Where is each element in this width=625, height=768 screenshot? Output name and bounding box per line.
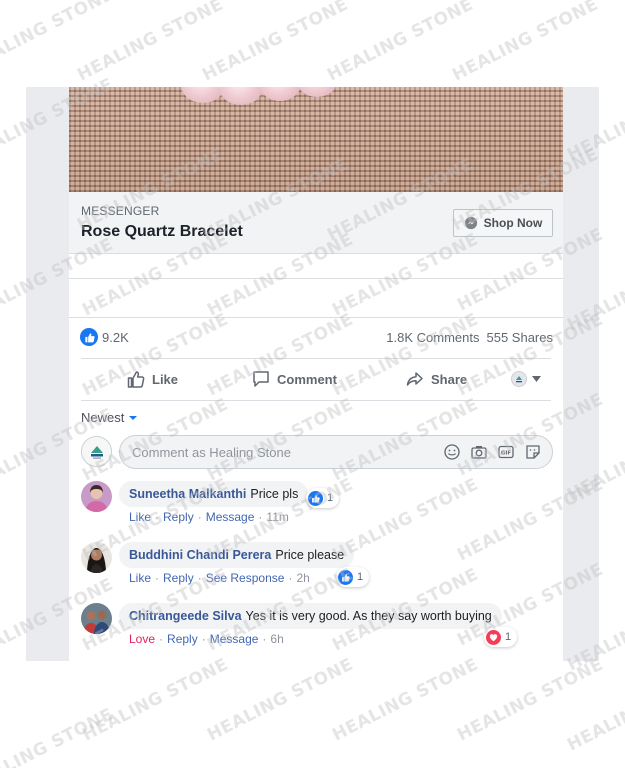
reaction-count: 1 (357, 571, 364, 583)
like-reaction-icon (308, 490, 323, 506)
comment-love-link[interactable]: Love (129, 632, 155, 646)
share-button[interactable]: Share (405, 369, 467, 389)
chevron-down-icon (129, 415, 138, 420)
comment-reaction-count[interactable]: 1 (336, 567, 370, 587)
link-title[interactable]: Rose Quartz Bracelet (81, 223, 243, 241)
comment-meta: Love · Reply · Message · 6h (129, 632, 284, 646)
comment-button[interactable]: Comment (251, 369, 337, 389)
composer-tools: GIF (443, 443, 542, 461)
see-response-link[interactable]: See Response (206, 571, 285, 585)
watermark-text: HEALING STONE (449, 0, 602, 86)
comment-reaction-count[interactable]: 1 (484, 627, 518, 647)
commenter-name[interactable]: Chitrangeede Silva (129, 609, 242, 623)
comments-count[interactable]: 1.8K Comments (386, 330, 479, 345)
shop-now-button[interactable]: Shop Now (453, 209, 553, 237)
commenter-avatar[interactable] (81, 481, 112, 512)
commenter-avatar[interactable] (81, 542, 112, 573)
svg-text:GIF: GIF (501, 450, 512, 456)
post-actions-bar: Like Comment Share (81, 364, 551, 396)
messenger-icon (464, 216, 477, 230)
shop-now-label: Shop Now (483, 216, 543, 230)
shares-count[interactable]: 555 Shares (487, 330, 554, 345)
divider (69, 278, 563, 279)
commenter-name[interactable]: Buddhini Chandi Perera (129, 548, 271, 562)
page-identity-selector[interactable] (511, 371, 541, 387)
camera-icon[interactable] (470, 443, 488, 461)
reaction-count: 1 (327, 492, 334, 504)
comment-sort-dropdown[interactable]: Newest (81, 410, 138, 425)
link-source: MESSENGER (81, 204, 160, 218)
comment-meta: Like · Reply · See Response · 2h (129, 571, 310, 585)
watermark-text: HEALING STONE (0, 704, 117, 768)
like-reaction-icon (338, 569, 353, 585)
thumbs-up-icon (127, 371, 145, 388)
facebook-post-card: MESSENGER Rose Quartz Bracelet Shop Now … (69, 87, 563, 661)
gif-icon[interactable]: GIF (497, 443, 515, 461)
share-label: Share (431, 371, 468, 387)
page-avatar (81, 436, 112, 467)
watermark-text: HEALING STONE (79, 654, 232, 746)
like-label: Like (152, 371, 179, 387)
comment-meta: Like · Reply · Message · 11m (129, 510, 289, 524)
watermark-text: HEALING STONE (0, 0, 117, 76)
commenter-name[interactable]: Suneetha Malkanthi (129, 487, 246, 501)
watermark-text: HEALING STONE (74, 0, 227, 86)
comment-reaction-count[interactable]: 1 (306, 488, 340, 508)
comment-text: Price please (275, 548, 345, 562)
comment-time[interactable]: 2h (296, 571, 309, 585)
comment-icon (253, 371, 269, 387)
like-count[interactable]: 9.2K (102, 330, 129, 345)
reaction-count: 1 (505, 631, 512, 643)
page-avatar (511, 371, 527, 387)
product-image[interactable] (69, 87, 563, 192)
comment-time[interactable]: 6h (270, 632, 283, 646)
sticker-icon[interactable] (524, 443, 542, 461)
like-button[interactable]: Like (126, 369, 178, 389)
watermark-text: HEALING STONE (324, 0, 477, 86)
comment-input-placeholder: Comment as Healing Stone (132, 444, 291, 460)
comment-reply-link[interactable]: Reply (163, 571, 194, 585)
watermark-text: HEALING STONE (454, 654, 607, 746)
comment-like-link[interactable]: Like (129, 510, 151, 524)
comment-reply-link[interactable]: Reply (167, 632, 198, 646)
divider (81, 358, 551, 359)
comment-bubble: Suneetha Malkanthi Price pls (119, 481, 309, 507)
comment-text: Yes it is very good. As they say worth b… (245, 609, 492, 623)
heart-icon (486, 629, 501, 645)
comment-input[interactable]: Comment as Healing Stone GIF (119, 435, 553, 469)
comment-bubble: Buddhini Chandi Perera Price please (119, 542, 355, 568)
comment-bubble: Chitrangeede Silva Yes it is very good. A… (119, 603, 502, 629)
reactions-summary: 9.2K 1.8K Comments 555 Shares (80, 326, 553, 348)
commenter-avatar[interactable] (81, 603, 112, 634)
watermark-text: HEALING STONE (329, 654, 482, 746)
comment-message-link[interactable]: Message (206, 510, 255, 524)
share-arrow-icon (406, 372, 423, 386)
divider (69, 317, 563, 318)
link-preview[interactable]: MESSENGER Rose Quartz Bracelet Shop Now (69, 192, 563, 254)
like-reaction-icon[interactable] (80, 328, 98, 346)
comment-message-link[interactable]: Message (210, 632, 259, 646)
chevron-down-icon (532, 376, 541, 382)
comment-text: Price pls (250, 487, 299, 501)
watermark-text: HEALING STONE (564, 665, 625, 756)
divider (81, 400, 551, 401)
comment-label: Comment (277, 371, 337, 387)
watermark-text: HEALING STONE (204, 654, 357, 746)
comment-reply-link[interactable]: Reply (163, 510, 194, 524)
emoji-icon[interactable] (443, 443, 461, 461)
watermark-text: HEALING STONE (199, 0, 352, 86)
comment-like-link[interactable]: Like (129, 571, 151, 585)
sort-label: Newest (81, 410, 125, 425)
comment-time[interactable]: 11m (266, 510, 288, 524)
